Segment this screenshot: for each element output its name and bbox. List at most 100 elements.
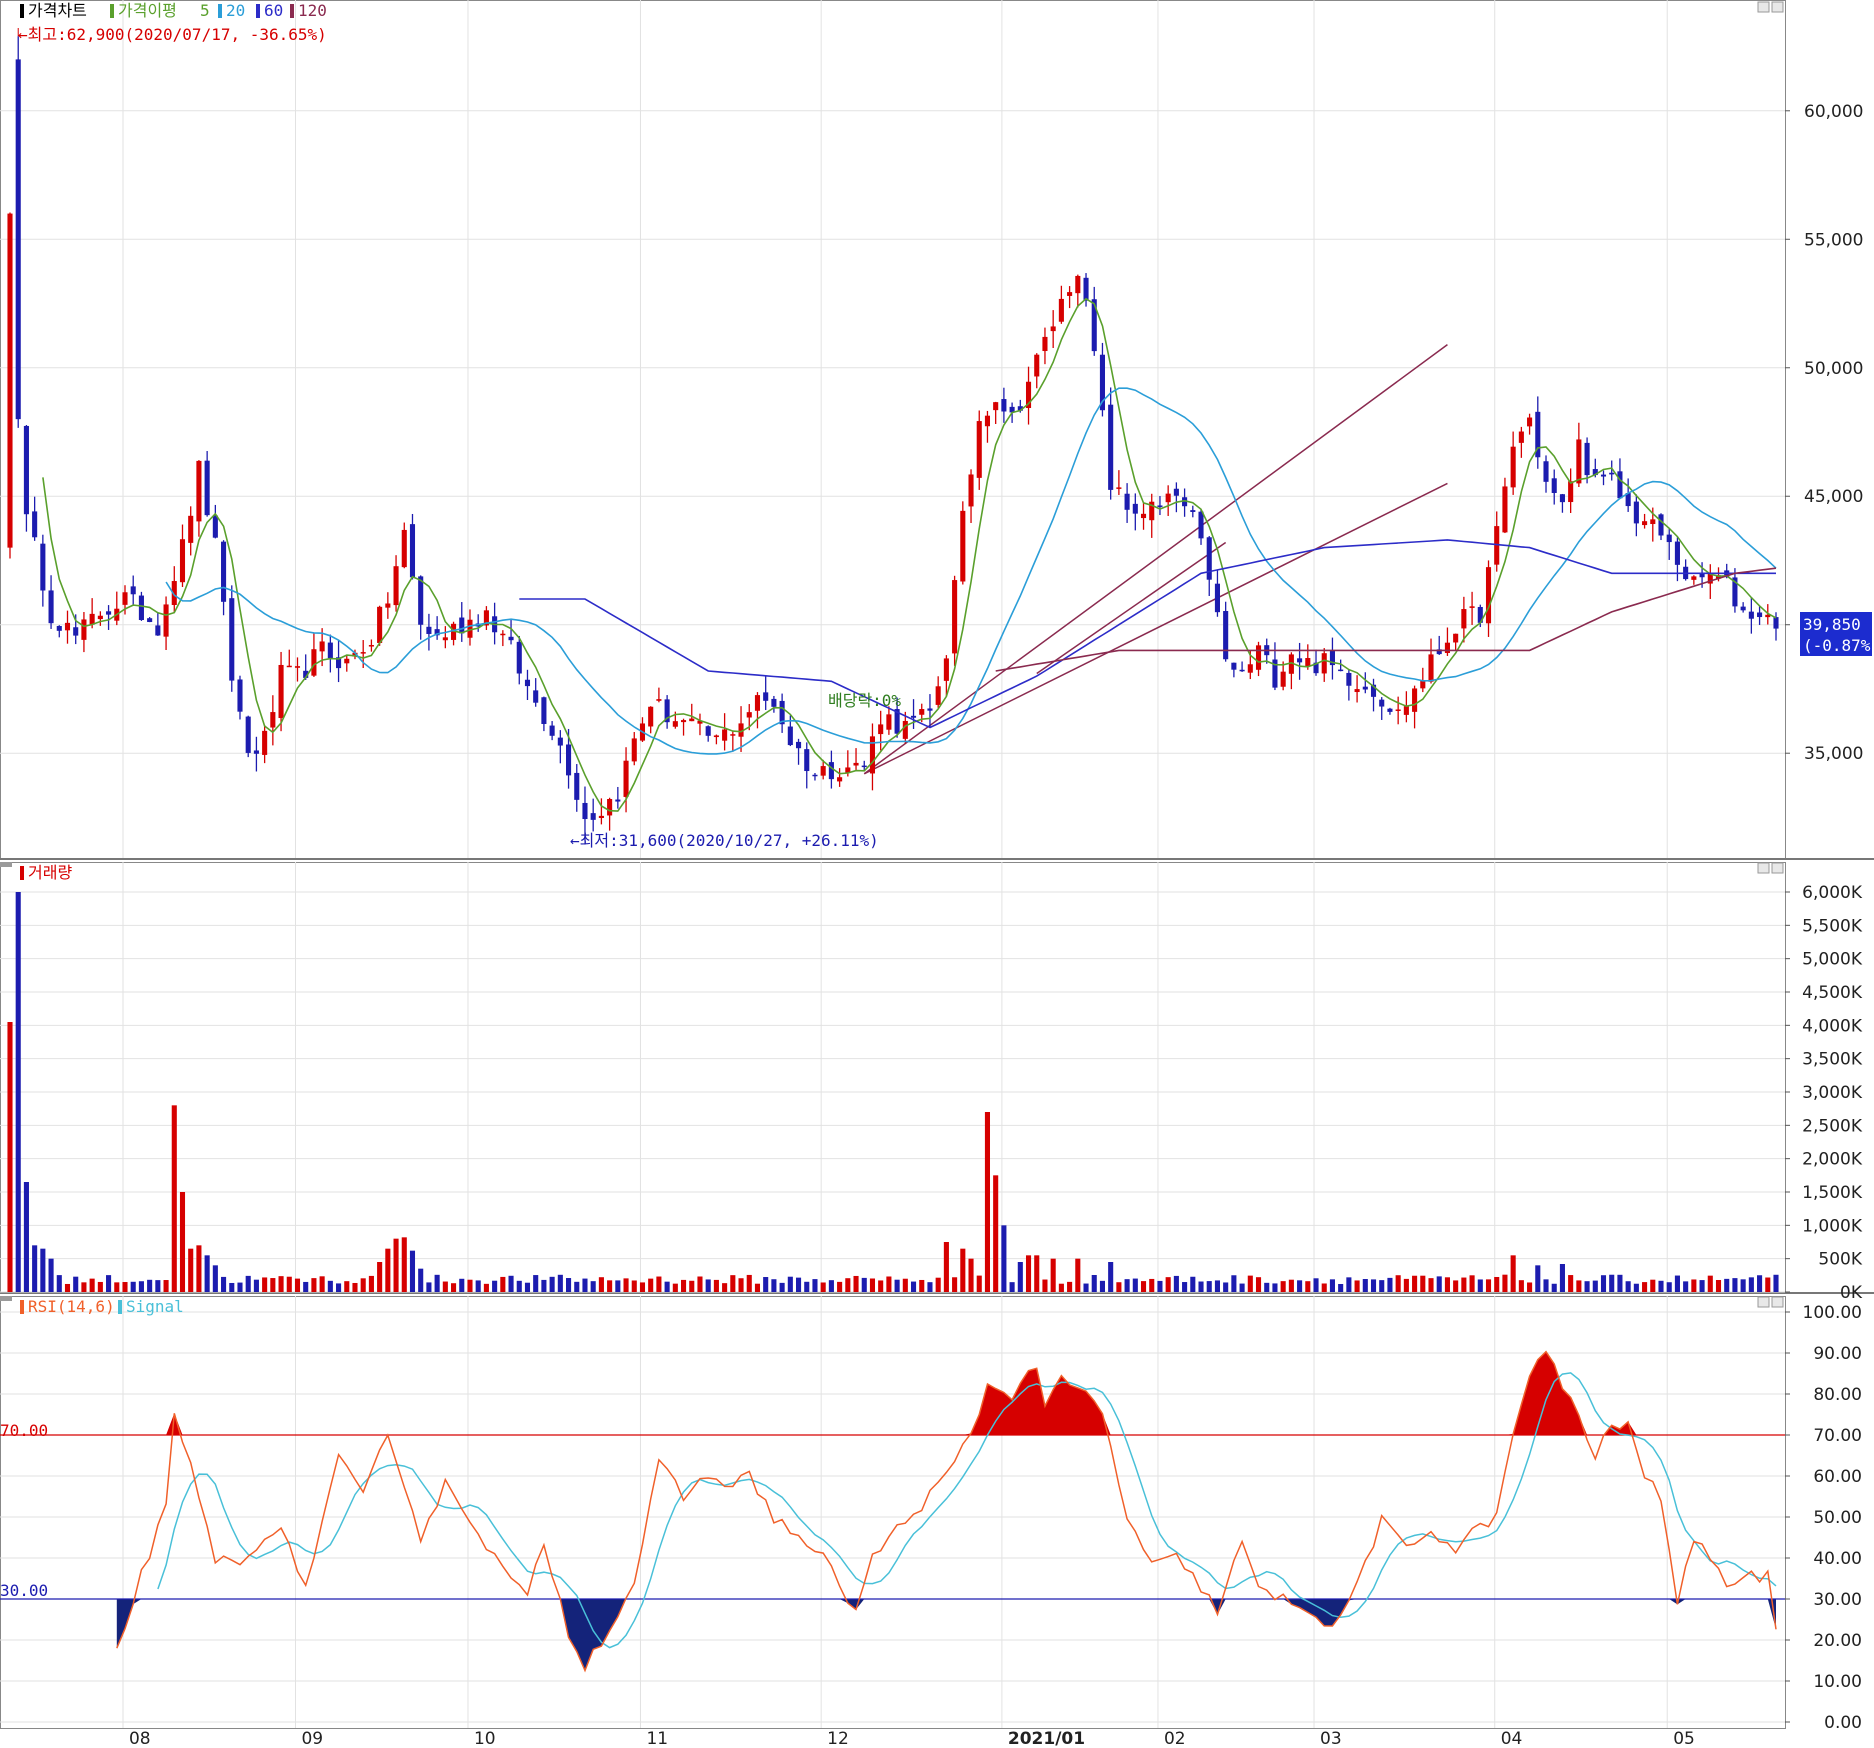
volume-bar [656,1276,662,1292]
volume-panel-handle[interactable] [0,862,12,867]
volume-bar [927,1282,933,1292]
volume-bar [130,1281,136,1292]
volume-tick-label: 4,500K [1802,983,1863,1003]
volume-bar [311,1278,317,1292]
candle-body [869,736,876,774]
candle-body [56,625,62,631]
candle-body [1527,417,1533,427]
rsi-panel-handle[interactable] [0,1296,12,1301]
volume-bar [81,1282,87,1292]
volume-bar [1502,1274,1508,1292]
volume-bar [1297,1280,1303,1292]
candle-body [828,762,834,780]
volume-bar [1379,1280,1385,1292]
candle-body [163,604,169,637]
volume-bar [179,1192,186,1292]
volume-bar [1625,1281,1631,1292]
x-axis-label: 04 [1501,1729,1523,1748]
volume-bar [1247,1275,1253,1292]
candle-body [771,698,777,707]
volume-bar [1412,1275,1418,1292]
volume-bar [237,1282,243,1292]
candle-body [1485,567,1492,624]
volume-bar [886,1276,892,1292]
volume-bar [524,1282,531,1292]
rsi-tick-label: 70.00 [1813,1426,1862,1446]
volume-bar [409,1250,416,1292]
volume-bar [680,1279,687,1292]
candle-body [861,765,867,768]
candle-body [812,774,818,777]
volume-bar [1732,1278,1738,1292]
candle-body [754,695,761,711]
panel-minimize-icon[interactable] [1757,1296,1770,1308]
volume-bar [1584,1281,1590,1292]
volume-bar [1223,1282,1229,1292]
volume-bar [253,1279,259,1292]
candle-body [574,772,580,800]
candle-body [672,721,678,727]
candle-body [1034,354,1040,377]
panel-close-icon[interactable] [1771,1,1784,13]
panel-minimize-icon[interactable] [1757,1,1770,13]
volume-bar [303,1281,309,1292]
volume-bar [171,1105,177,1292]
volume-bar [7,1022,13,1292]
candle-body [1173,488,1179,496]
volume-tick-label: 3,000K [1802,1083,1863,1103]
volume-tick-label: 5,000K [1802,950,1863,970]
volume-bar [89,1278,95,1292]
candle-body [81,619,87,640]
candle-body [97,615,103,620]
candle-body [1346,672,1352,686]
candle-body [221,541,227,602]
volume-bar [623,1278,629,1292]
candle-body [1469,606,1475,608]
volume-bar [1058,1283,1064,1292]
volume-tick-label: 0K [1840,1283,1863,1303]
volume-bar [919,1279,925,1292]
candle-body [795,741,802,749]
volume-bar [812,1279,818,1292]
volume-bar [1001,1225,1007,1292]
volume-bar [229,1282,235,1292]
candle-body [196,460,202,522]
candle-body [787,726,793,746]
candle-body [1444,642,1450,653]
candle-body [179,539,186,583]
volume-bar [442,1281,448,1292]
panel-close-icon[interactable] [1771,1296,1784,1308]
candle-body [598,815,604,819]
candle-body [418,576,424,625]
candle-body [1403,706,1409,715]
volume-bar [557,1274,563,1292]
volume-bar [459,1278,465,1292]
candle-body [32,511,38,538]
candle-body [1633,501,1639,524]
panel-minimize-icon[interactable] [1757,862,1770,874]
candle-body [1428,654,1434,682]
volume-bar [163,1280,169,1292]
candle-body [294,666,301,668]
volume-bar [993,1175,999,1292]
volume-tick-label: 6,000K [1802,883,1863,903]
panel-close-icon[interactable] [1771,862,1784,874]
candle-body [1198,511,1204,539]
volume-legend-swatch [20,866,24,880]
rsi-tick-label: 100.00 [1803,1303,1862,1323]
candle-body [1231,662,1237,670]
candle-body [623,760,629,797]
candle-body [1223,611,1229,660]
volume-bar [1255,1277,1262,1292]
candle-body [656,699,662,701]
stock-chart: 가격차트 가격이평 5 20 60 120 ←최고:62,900(2020/07… [0,0,1874,1748]
volume-bar [845,1278,851,1292]
price-tick-label: 35,000 [1804,744,1863,764]
candle-body [976,421,982,478]
volume-bar [500,1276,506,1292]
volume-bar [286,1276,292,1292]
volume-bar [122,1282,128,1292]
volume-bar [1124,1279,1130,1292]
candle-body [1239,669,1245,672]
volume-bar [648,1278,654,1292]
